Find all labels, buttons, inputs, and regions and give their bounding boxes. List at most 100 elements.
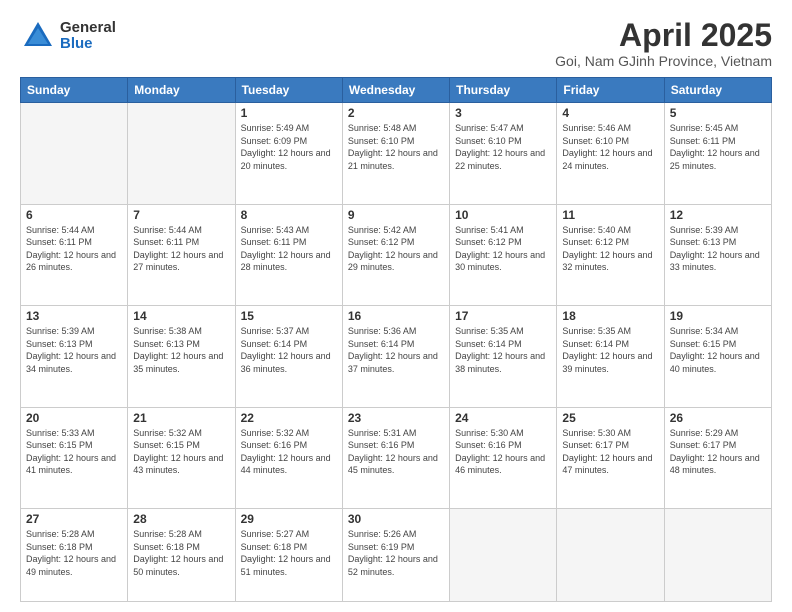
day-info: Sunrise: 5:37 AM Sunset: 6:14 PM Dayligh… — [241, 325, 337, 375]
table-row: 23 Sunrise: 5:31 AM Sunset: 6:16 PM Dayli… — [342, 407, 449, 508]
day-info: Sunrise: 5:38 AM Sunset: 6:13 PM Dayligh… — [133, 325, 229, 375]
day-info: Sunrise: 5:28 AM Sunset: 6:18 PM Dayligh… — [26, 528, 122, 578]
calendar-table: Sunday Monday Tuesday Wednesday Thursday… — [20, 77, 772, 602]
table-row: 4 Sunrise: 5:46 AM Sunset: 6:10 PM Daylig… — [557, 103, 664, 204]
day-info: Sunrise: 5:31 AM Sunset: 6:16 PM Dayligh… — [348, 427, 444, 477]
day-number: 8 — [241, 208, 337, 222]
day-number: 25 — [562, 411, 658, 425]
day-info: Sunrise: 5:39 AM Sunset: 6:13 PM Dayligh… — [670, 224, 766, 274]
day-number: 21 — [133, 411, 229, 425]
table-row: 16 Sunrise: 5:36 AM Sunset: 6:14 PM Dayli… — [342, 306, 449, 407]
table-row: 27Sunrise: 5:28 AM Sunset: 6:18 PM Dayli… — [21, 508, 128, 601]
day-number: 14 — [133, 309, 229, 323]
table-row: 21 Sunrise: 5:32 AM Sunset: 6:15 PM Dayli… — [128, 407, 235, 508]
logo-blue: Blue — [60, 36, 116, 53]
day-number: 2 — [348, 106, 444, 120]
day-info: Sunrise: 5:36 AM Sunset: 6:14 PM Dayligh… — [348, 325, 444, 375]
day-number: 16 — [348, 309, 444, 323]
table-row: 18Sunrise: 5:35 AM Sunset: 6:14 PM Dayli… — [557, 306, 664, 407]
table-row: 5Sunrise: 5:45 AM Sunset: 6:11 PM Daylig… — [664, 103, 771, 204]
col-monday: Monday — [128, 78, 235, 103]
title-block: April 2025 Goi, Nam GJinh Province, Viet… — [555, 18, 772, 69]
col-thursday: Thursday — [450, 78, 557, 103]
day-number: 4 — [562, 106, 658, 120]
day-number: 6 — [26, 208, 122, 222]
day-number: 29 — [241, 512, 337, 526]
table-row: 30 Sunrise: 5:26 AM Sunset: 6:19 PM Dayli… — [342, 508, 449, 601]
day-info: Sunrise: 5:34 AM Sunset: 6:15 PM Dayligh… — [670, 325, 766, 375]
table-row — [21, 103, 128, 204]
table-row: 1 Sunrise: 5:49 AM Sunset: 6:09 PM Daylig… — [235, 103, 342, 204]
table-row: 19 Sunrise: 5:34 AM Sunset: 6:15 PM Dayli… — [664, 306, 771, 407]
day-number: 26 — [670, 411, 766, 425]
col-sunday: Sunday — [21, 78, 128, 103]
day-info: Sunrise: 5:28 AM Sunset: 6:18 PM Dayligh… — [133, 528, 229, 578]
table-row: 9Sunrise: 5:42 AM Sunset: 6:12 PM Daylig… — [342, 204, 449, 305]
col-wednesday: Wednesday — [342, 78, 449, 103]
day-number: 22 — [241, 411, 337, 425]
calendar-header-row: Sunday Monday Tuesday Wednesday Thursday… — [21, 78, 772, 103]
table-row: 14 Sunrise: 5:38 AM Sunset: 6:13 PM Dayli… — [128, 306, 235, 407]
day-number: 12 — [670, 208, 766, 222]
day-info: Sunrise: 5:30 AM Sunset: 6:17 PM Dayligh… — [562, 427, 658, 477]
day-info: Sunrise: 5:39 AM Sunset: 6:13 PM Dayligh… — [26, 325, 122, 375]
day-number: 3 — [455, 106, 551, 120]
table-row: 3 Sunrise: 5:47 AM Sunset: 6:10 PM Daylig… — [450, 103, 557, 204]
day-number: 17 — [455, 309, 551, 323]
table-row: 11Sunrise: 5:40 AM Sunset: 6:12 PM Dayli… — [557, 204, 664, 305]
day-number: 23 — [348, 411, 444, 425]
day-info: Sunrise: 5:26 AM Sunset: 6:19 PM Dayligh… — [348, 528, 444, 578]
day-info: Sunrise: 5:48 AM Sunset: 6:10 PM Dayligh… — [348, 122, 444, 172]
day-info: Sunrise: 5:32 AM Sunset: 6:16 PM Dayligh… — [241, 427, 337, 477]
table-row: 20 Sunrise: 5:33 AM Sunset: 6:15 PM Dayli… — [21, 407, 128, 508]
table-row — [557, 508, 664, 601]
table-row: 17Sunrise: 5:35 AM Sunset: 6:14 PM Dayli… — [450, 306, 557, 407]
logo-general: General — [60, 20, 116, 37]
day-info: Sunrise: 5:44 AM Sunset: 6:11 PM Dayligh… — [133, 224, 229, 274]
table-row: 25 Sunrise: 5:30 AM Sunset: 6:17 PM Dayli… — [557, 407, 664, 508]
day-number: 20 — [26, 411, 122, 425]
table-row — [664, 508, 771, 601]
calendar-title: April 2025 — [555, 18, 772, 53]
page: General Blue April 2025 Goi, Nam GJinh P… — [0, 0, 792, 612]
day-info: Sunrise: 5:33 AM Sunset: 6:15 PM Dayligh… — [26, 427, 122, 477]
table-row: 13 Sunrise: 5:39 AM Sunset: 6:13 PM Dayli… — [21, 306, 128, 407]
day-number: 1 — [241, 106, 337, 120]
table-row: 28 Sunrise: 5:28 AM Sunset: 6:18 PM Dayli… — [128, 508, 235, 601]
day-info: Sunrise: 5:49 AM Sunset: 6:09 PM Dayligh… — [241, 122, 337, 172]
day-number: 24 — [455, 411, 551, 425]
table-row: 22 Sunrise: 5:32 AM Sunset: 6:16 PM Dayli… — [235, 407, 342, 508]
day-info: Sunrise: 5:47 AM Sunset: 6:10 PM Dayligh… — [455, 122, 551, 172]
table-row: 26 Sunrise: 5:29 AM Sunset: 6:17 PM Dayli… — [664, 407, 771, 508]
day-number: 10 — [455, 208, 551, 222]
table-row: 12 Sunrise: 5:39 AM Sunset: 6:13 PM Dayli… — [664, 204, 771, 305]
day-number: 7 — [133, 208, 229, 222]
table-row: 6 Sunrise: 5:44 AM Sunset: 6:11 PM Daylig… — [21, 204, 128, 305]
logo-icon — [20, 18, 56, 54]
table-row — [450, 508, 557, 601]
logo-text: General Blue — [60, 20, 116, 53]
col-saturday: Saturday — [664, 78, 771, 103]
table-row: 24Sunrise: 5:30 AM Sunset: 6:16 PM Dayli… — [450, 407, 557, 508]
day-info: Sunrise: 5:42 AM Sunset: 6:12 PM Dayligh… — [348, 224, 444, 274]
day-info: Sunrise: 5:32 AM Sunset: 6:15 PM Dayligh… — [133, 427, 229, 477]
day-number: 19 — [670, 309, 766, 323]
logo: General Blue — [20, 18, 116, 54]
table-row: 10Sunrise: 5:41 AM Sunset: 6:12 PM Dayli… — [450, 204, 557, 305]
day-number: 5 — [670, 106, 766, 120]
day-number: 28 — [133, 512, 229, 526]
header: General Blue April 2025 Goi, Nam GJinh P… — [20, 18, 772, 69]
day-number: 11 — [562, 208, 658, 222]
calendar-subtitle: Goi, Nam GJinh Province, Vietnam — [555, 53, 772, 69]
day-number: 13 — [26, 309, 122, 323]
day-info: Sunrise: 5:27 AM Sunset: 6:18 PM Dayligh… — [241, 528, 337, 578]
day-number: 30 — [348, 512, 444, 526]
day-info: Sunrise: 5:29 AM Sunset: 6:17 PM Dayligh… — [670, 427, 766, 477]
day-info: Sunrise: 5:43 AM Sunset: 6:11 PM Dayligh… — [241, 224, 337, 274]
table-row: 7 Sunrise: 5:44 AM Sunset: 6:11 PM Daylig… — [128, 204, 235, 305]
day-number: 18 — [562, 309, 658, 323]
day-info: Sunrise: 5:44 AM Sunset: 6:11 PM Dayligh… — [26, 224, 122, 274]
table-row: 15Sunrise: 5:37 AM Sunset: 6:14 PM Dayli… — [235, 306, 342, 407]
table-row: 29 Sunrise: 5:27 AM Sunset: 6:18 PM Dayli… — [235, 508, 342, 601]
day-info: Sunrise: 5:46 AM Sunset: 6:10 PM Dayligh… — [562, 122, 658, 172]
